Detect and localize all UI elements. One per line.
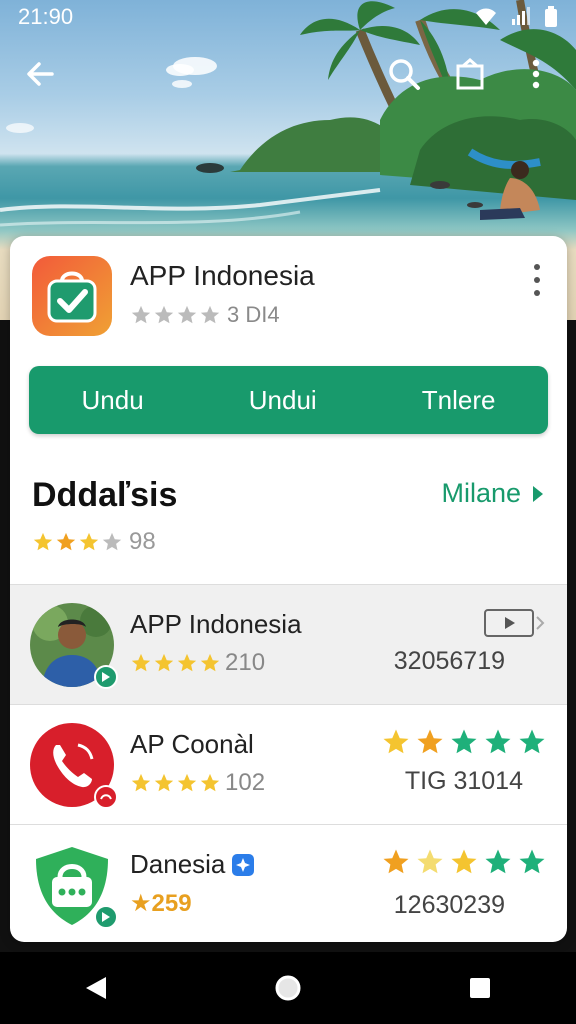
play-badge-icon [94,905,118,929]
section-rating-stars [32,531,123,553]
list-item-rating: 102 [130,769,265,797]
badge-icon [94,785,118,809]
list-item-title-text: Danesia [130,849,226,879]
section-link-label: Milane [441,478,521,508]
shopping-bag-check-icon [32,256,112,336]
search-icon[interactable] [384,54,424,94]
list-item[interactable]: AP Coonàl 102 TIG 31014 [10,704,567,824]
section-title: Dddaľsis [32,476,178,514]
signal-icon [512,7,530,25]
more-icon[interactable] [516,54,556,94]
share-icon[interactable] [450,54,490,94]
battery-icon [545,6,557,27]
recents-square-icon[interactable] [450,958,510,1018]
list-item-rating-text: 102 [225,769,266,796]
list-item-number: TIG 31014 [404,767,523,795]
wifi-icon [476,8,496,25]
right-stars [381,847,547,877]
verified-badge-icon [232,853,255,876]
list-item-title: AP Coonàl [130,729,254,759]
tnlere-button[interactable]: Tnlere [410,377,508,424]
video-icon[interactable] [483,607,547,639]
list-item-rating: 210 [130,649,265,677]
back-arrow-icon[interactable] [20,54,60,94]
list-item[interactable]: APP Indonesia 210 32056719 [10,584,567,704]
section-more-link[interactable]: Milane [441,478,545,509]
action-bar: Undu Undui Tnlere [29,366,548,434]
list-item[interactable]: Danesia ★259 12630239 [10,824,567,942]
list-item-rating-text: ★259 [130,890,192,917]
list-item-rating-text: 210 [225,649,266,676]
rating-stars [130,304,221,326]
toolbar [0,44,576,104]
right-stars [381,727,547,757]
app-rating: 3 DI4 [130,302,280,328]
app-rating-text: 3 DI4 [227,302,280,327]
list-item-title: APP Indonesia [130,609,302,639]
play-badge-icon [94,665,118,689]
list-item-title: Danesia [130,849,255,880]
app-detail-card: APP Indonesia 3 DI4 Undu Undui Tnlere Dd… [10,236,567,942]
overflow-menu-icon[interactable] [525,260,549,300]
app-header: APP Indonesia 3 DI4 [10,236,567,356]
section-rating-text: 98 [129,528,156,555]
undu-button[interactable]: Undu [70,377,156,424]
app-list: APP Indonesia 210 32056719 AP Coonàl 102… [10,584,567,942]
list-item-rating: ★259 [130,889,192,918]
section-rating: 98 [32,528,156,556]
home-circle-icon[interactable] [258,958,318,1018]
undui-button[interactable]: Undui [237,377,329,424]
chevron-right-icon [533,485,543,502]
back-triangle-icon[interactable] [66,958,126,1018]
list-item-number: 32056719 [393,647,505,675]
list-item-number: 12630239 [393,891,505,919]
status-bar: 21:90 [0,0,576,34]
app-title: APP Indonesia [130,260,315,291]
system-nav-bar [0,952,576,1024]
status-time: 21:90 [18,4,74,29]
